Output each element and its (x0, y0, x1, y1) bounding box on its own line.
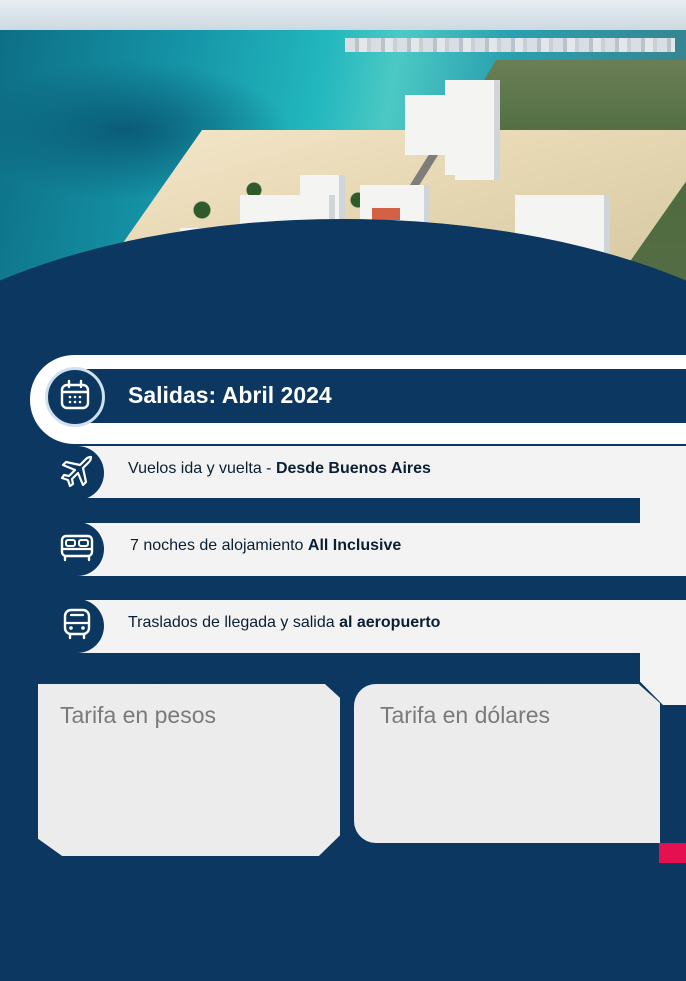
accent-block (659, 843, 686, 863)
lodging-text-bold: All Inclusive (307, 537, 402, 554)
bus-badge (50, 599, 104, 653)
lodging-text: 7 noches de alojamiento All Inclusive (130, 537, 401, 555)
flights-row-tab (640, 498, 686, 523)
lodging-text-regular: 7 noches de alojamiento (130, 537, 308, 554)
flights-text: Vuelos ida y vuelta - Desde Buenos Aires (128, 460, 431, 478)
bus-icon (61, 607, 93, 646)
flights-text-regular: Vuelos ida y vuelta - (128, 460, 276, 477)
calendar-icon (58, 378, 92, 417)
distant-skyline (345, 38, 675, 52)
calendar-badge (45, 367, 105, 427)
price-label-pesos: Tarifa en pesos (60, 702, 216, 728)
transfers-text: Traslados de llegada y salida al aeropue… (128, 614, 440, 632)
price-label-dolares: Tarifa en dólares (380, 702, 551, 728)
transfers-text-regular: Traslados de llegada y salida (128, 614, 340, 631)
flights-text-bold: Desde Buenos Aires (275, 460, 431, 477)
hotel-building (455, 120, 500, 180)
bed-icon (59, 532, 95, 567)
sky (0, 0, 686, 34)
bed-badge (50, 522, 104, 576)
airplane-icon (59, 453, 95, 494)
promo-flyer: Salidas: Abril 2024 Vuelos ida y vuelta … (0, 0, 686, 981)
departure-text: Salidas: Abril 2024 (128, 382, 332, 408)
tennis-court (372, 208, 400, 220)
transfers-text-bold: al aeropuerto (339, 614, 441, 631)
airplane-badge (50, 446, 104, 500)
